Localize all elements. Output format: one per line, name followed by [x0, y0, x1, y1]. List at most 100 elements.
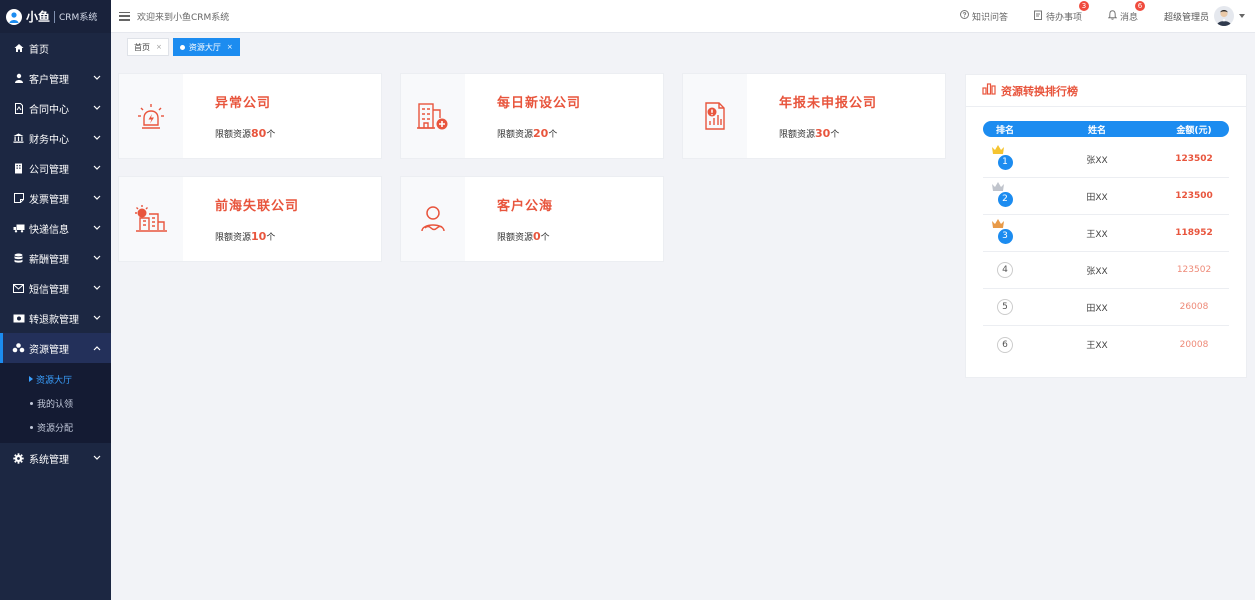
card-quota: 限额资源10个 — [215, 230, 299, 243]
quota-unit: 个 — [266, 233, 276, 243]
sidebar-item-contracts[interactable]: 合同中心 — [0, 93, 111, 123]
sidebar-item-label: 客户管理 — [29, 74, 69, 86]
tab-resource-hall[interactable]: 资源大厅 × — [172, 38, 240, 56]
sidebar-item-label: 财务中心 — [29, 134, 69, 146]
chevron-down-icon — [92, 73, 102, 83]
todo-label: 待办事项 — [1045, 12, 1082, 23]
rank-name: 张XX — [1086, 155, 1108, 166]
col-rank: 排名 — [995, 125, 1014, 136]
submenu-item-resource-hall[interactable]: 资源大厅 — [0, 367, 111, 391]
sidebar-item-companies[interactable]: 公司管理 — [0, 153, 111, 183]
ranking-title: 资源转换排行榜 — [1001, 84, 1078, 98]
contract-icon — [12, 102, 25, 115]
card-lost-contact-companies[interactable]: 前海失联公司 限额资源10个 — [118, 176, 382, 262]
chevron-down-icon — [92, 253, 102, 263]
knowledge-qa-label: 知识问答 — [971, 12, 1008, 23]
card-new-companies[interactable]: 每日新设公司 限额资源20个 — [400, 73, 664, 159]
submenu-item-allocation[interactable]: 资源分配 — [0, 415, 111, 439]
sidebar-item-label: 发票管理 — [29, 194, 69, 206]
sunset-building-icon — [119, 177, 183, 261]
fish-logo-icon — [6, 8, 22, 25]
logo[interactable]: 小鱼 CRM系统 — [0, 0, 111, 33]
bell-icon — [1107, 9, 1120, 23]
tab-label: 资源大厅 — [188, 42, 221, 52]
chevron-down-icon — [92, 313, 102, 323]
user-name: 超级管理员 — [1163, 12, 1209, 23]
tab-label: 首页 — [134, 42, 150, 52]
card-title: 每日新设公司 — [497, 96, 582, 111]
tabs-bar: 首页 × 资源大厅 × — [111, 33, 1255, 61]
submenu-item-my-claims[interactable]: 我的认领 — [0, 391, 111, 415]
rank-amount: 123500 — [1175, 191, 1213, 201]
quota-label: 限额资源 — [215, 233, 252, 243]
sidebar-item-label: 系统管理 — [29, 454, 69, 466]
tab-home[interactable]: 首页 × — [127, 38, 169, 56]
resources-submenu: 资源大厅 我的认领 资源分配 — [0, 363, 111, 443]
chevron-down-icon — [92, 193, 102, 203]
sidebar-item-refunds[interactable]: 转退款管理 — [0, 303, 111, 333]
avatar — [1214, 6, 1234, 26]
rank-name: 张XX — [1086, 266, 1108, 277]
table-row: 2 田XX 123500 — [983, 178, 1229, 215]
sidebar-item-system[interactable]: 系统管理 — [0, 443, 111, 473]
rank-amount: 26008 — [1179, 302, 1209, 312]
col-amount: 金额(元) — [1176, 125, 1212, 136]
home-icon — [12, 42, 25, 55]
todo-link[interactable]: 待办事项 3 — [1033, 0, 1089, 23]
knowledge-qa-link[interactable]: 知识问答 — [959, 10, 1008, 23]
rank-amount: 20008 — [1179, 339, 1209, 350]
sidebar-item-invoices[interactable]: 发票管理 — [0, 183, 111, 213]
bullet-icon — [30, 425, 33, 429]
user-menu[interactable]: 超级管理员 — [1164, 6, 1245, 26]
sidebar-item-express[interactable]: 快递信息 — [0, 213, 111, 243]
card-unfiled-annual-report[interactable]: 年报未申报公司 限额资源30个 — [682, 73, 946, 159]
table-row: 5 田XX 26008 — [983, 289, 1229, 326]
bar-chart-icon — [982, 83, 996, 98]
active-dot-icon — [179, 44, 185, 50]
sidebar-menu: 首页 客户管理 合同中心 财务中心 公司管理 发票管理 快递信息 薪酬管理 短信… — [0, 33, 111, 363]
card-title: 前海失联公司 — [215, 199, 300, 214]
invoice-icon — [12, 192, 25, 205]
rank-name: 王XX — [1086, 229, 1108, 240]
active-triangle-icon — [29, 376, 33, 382]
close-icon[interactable]: × — [227, 43, 233, 51]
truck-icon — [12, 222, 25, 235]
sidebar-item-resources[interactable]: 资源管理 — [0, 333, 111, 363]
rank-name: 王XX — [1086, 341, 1108, 351]
submenu-item-label: 资源大厅 — [36, 375, 73, 386]
chevron-down-icon — [92, 133, 102, 143]
question-circle-icon — [959, 10, 972, 22]
sidebar-item-sms[interactable]: 短信管理 — [0, 273, 111, 303]
card-abnormal-companies[interactable]: 异常公司 限额资源80个 — [118, 73, 382, 159]
chevron-down-icon — [92, 453, 102, 463]
rank-number: 6 — [997, 336, 1013, 353]
quota-count: 80 — [251, 127, 267, 140]
brand-name: 小鱼 — [26, 10, 51, 24]
sidebar-item-customers[interactable]: 客户管理 — [0, 63, 111, 93]
ranking-rows: 1 张XX 123502 2 田XX 123500 3 王XX 118952 4… — [983, 141, 1229, 363]
sidebar-item-label: 首页 — [29, 44, 49, 56]
card-customer-pool[interactable]: 客户公海 限额资源0个 — [400, 176, 664, 262]
card-title: 异常公司 — [215, 96, 272, 111]
messages-link[interactable]: 消息 6 — [1107, 0, 1145, 23]
rank-badge: 3 — [997, 228, 1013, 244]
close-icon[interactable]: × — [156, 43, 162, 51]
chevron-down-icon — [92, 163, 102, 173]
sidebar-item-home[interactable]: 首页 — [0, 33, 111, 63]
quota-label: 限额资源 — [779, 130, 816, 140]
chevron-down-icon — [92, 223, 102, 233]
rank-badge: 1 — [997, 154, 1013, 170]
rank-amount: 118952 — [1175, 228, 1213, 238]
sidebar-item-label: 短信管理 — [29, 284, 69, 296]
submenu-item-label: 资源分配 — [37, 423, 74, 434]
caret-down-icon — [1239, 14, 1245, 18]
user-icon — [12, 72, 25, 85]
header-actions: 知识问答 待办事项 3 消息 6 超级管理员 — [934, 0, 1255, 32]
ranking-table-header: 排名 姓名 金额(元) — [983, 121, 1229, 137]
sidebar-item-salary[interactable]: 薪酬管理 — [0, 243, 111, 273]
clipboard-icon — [1033, 10, 1046, 23]
menu-toggle-icon[interactable] — [119, 11, 130, 21]
table-row: 4 张XX 123502 — [983, 252, 1229, 289]
sidebar-item-finance[interactable]: 财务中心 — [0, 123, 111, 153]
sidebar: 小鱼 CRM系统 首页 客户管理 合同中心 财务中心 公司管理 发票管理 快递信… — [0, 0, 111, 600]
